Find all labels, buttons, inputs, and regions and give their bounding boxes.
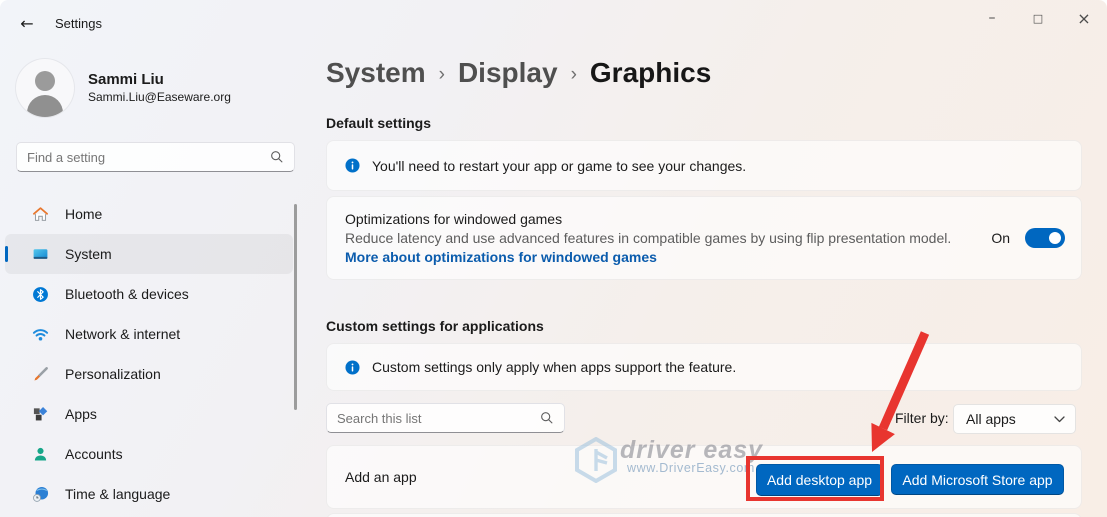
maximize-button[interactable]: □ [1015,0,1061,36]
optimizations-card: Optimizations for windowed games Reduce … [326,196,1082,280]
custom-settings-info-banner: Custom settings only apply when apps sup… [326,343,1082,391]
avatar-head [35,71,55,91]
minimize-icon: – [989,10,996,26]
personalization-icon [32,366,49,383]
sidebar-item-label: Accounts [65,446,123,462]
optimizations-title: Optimizations for windowed games [345,209,951,229]
filter-by-label: Filter by: [895,410,949,426]
sidebar-item-label: Home [65,206,102,222]
user-email: Sammi.Liu@Easeware.org [88,90,231,104]
sidebar-item-label: Time & language [65,486,170,502]
sidebar-item-label: Bluetooth & devices [65,286,189,302]
back-button[interactable]: ← [12,10,42,36]
sidebar-scrollbar[interactable] [294,204,297,410]
optimizations-description: Reduce latency and use advanced features… [345,229,951,248]
restart-info-banner: You'll need to restart your app or game … [326,140,1082,191]
user-name: Sammi Liu [88,71,164,88]
breadcrumb-graphics: Graphics [590,57,711,89]
banner-message: You'll need to restart your app or game … [372,158,746,174]
window-title: Settings [55,16,102,31]
toggle-state-label: On [991,230,1010,246]
chevron-down-icon [1054,416,1065,423]
find-setting-input[interactable] [17,143,270,171]
apps-icon [32,406,49,423]
custom-settings-heading: Custom settings for applications [326,318,544,334]
sidebar-item-system[interactable]: System [5,234,293,274]
next-card-edge [326,513,1082,517]
sidebar-item-label: Network & internet [65,326,180,342]
window-controls: – □ × [969,0,1107,36]
sidebar-item-label: System [65,246,112,262]
sidebar-item-label: Personalization [65,366,161,382]
close-icon: × [1077,9,1090,28]
avatar[interactable] [16,59,74,117]
sidebar-item-network-internet[interactable]: Network & internet [5,314,293,354]
banner-message: Custom settings only apply when apps sup… [372,359,736,375]
search-list-box[interactable] [326,403,565,433]
breadcrumb-system[interactable]: System [326,57,426,89]
back-arrow-icon: ← [20,14,33,33]
close-button[interactable]: × [1061,0,1107,36]
add-app-card: Add an app Add desktop app Add Microsoft… [326,445,1082,509]
breadcrumb-display[interactable]: Display [458,57,558,89]
sidebar-nav: Home System Bluetooth & devices Network … [5,194,293,514]
toggle-knob [1049,232,1061,244]
accounts-icon [32,446,49,463]
filter-dropdown[interactable]: All apps [953,404,1076,434]
default-settings-heading: Default settings [326,115,431,131]
sidebar-item-bluetooth-devices[interactable]: Bluetooth & devices [5,274,293,314]
find-setting-searchbox[interactable] [16,142,295,172]
optimizations-learn-more-link[interactable]: More about optimizations for windowed ga… [345,248,951,267]
search-list-input[interactable] [327,404,540,432]
bluetooth-icon [32,286,49,303]
sidebar-item-apps[interactable]: Apps [5,394,293,434]
system-icon [32,246,49,263]
chevron-right-icon: › [558,64,590,86]
add-microsoft-store-app-button[interactable]: Add Microsoft Store app [891,464,1064,495]
search-icon [540,411,554,425]
sidebar-item-home[interactable]: Home [5,194,293,234]
avatar-body [27,95,63,117]
sidebar-item-time-language[interactable]: Time & language [5,474,293,514]
filter-dropdown-value: All apps [954,411,1054,427]
home-icon [32,206,49,223]
time-language-icon [32,486,49,503]
add-app-label: Add an app [345,446,417,508]
sidebar-item-label: Apps [65,406,97,422]
settings-window: ← Settings – □ × Sammi Liu Sammi.Liu@Eas… [0,0,1107,517]
info-icon [345,360,360,375]
sidebar-item-accounts[interactable]: Accounts [5,434,293,474]
chevron-right-icon: › [426,64,458,86]
search-icon [270,150,284,164]
sidebar-item-personalization[interactable]: Personalization [5,354,293,394]
network-icon [32,326,49,343]
maximize-icon: □ [1033,12,1043,25]
info-icon [345,158,360,173]
minimize-button[interactable]: – [969,0,1015,36]
optimizations-toggle[interactable] [1025,228,1065,248]
add-desktop-app-button[interactable]: Add desktop app [756,464,883,496]
breadcrumb: System › Display › Graphics [326,57,711,89]
